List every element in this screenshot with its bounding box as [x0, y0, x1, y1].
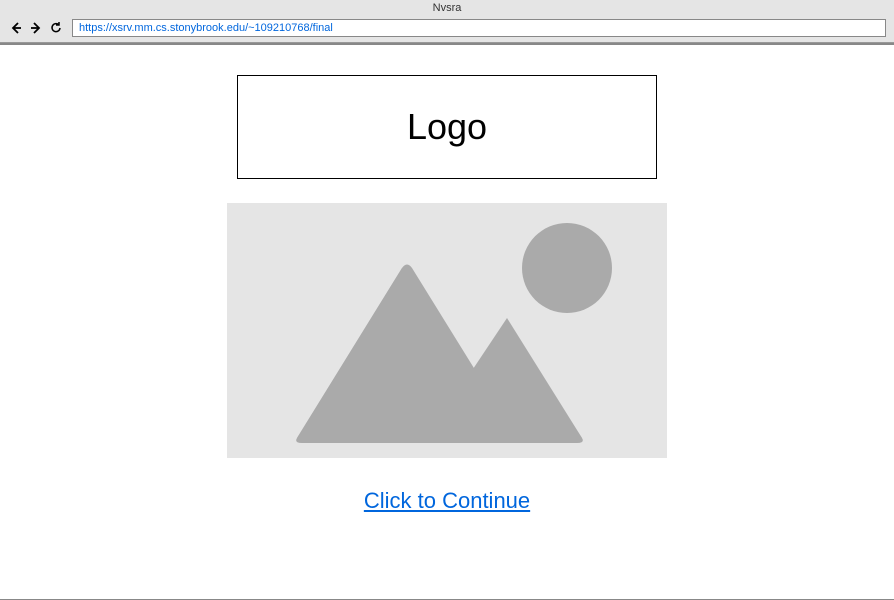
image-placeholder: [227, 203, 667, 458]
url-input[interactable]: [72, 19, 886, 37]
arrow-left-icon: [9, 21, 23, 35]
reload-button[interactable]: [48, 20, 64, 36]
window-title: Nvsra: [0, 0, 894, 16]
logo-placeholder: Logo: [237, 75, 657, 179]
browser-toolbar: [0, 16, 894, 42]
back-button[interactable]: [8, 20, 24, 36]
page-content: Logo Click to Continue: [0, 43, 894, 600]
placeholder-image-icon: [227, 203, 667, 458]
browser-chrome: Nvsra: [0, 0, 894, 43]
arrow-right-icon: [29, 21, 43, 35]
continue-link[interactable]: Click to Continue: [364, 488, 530, 514]
logo-text: Logo: [407, 106, 487, 148]
forward-button[interactable]: [28, 20, 44, 36]
reload-icon: [49, 21, 63, 35]
